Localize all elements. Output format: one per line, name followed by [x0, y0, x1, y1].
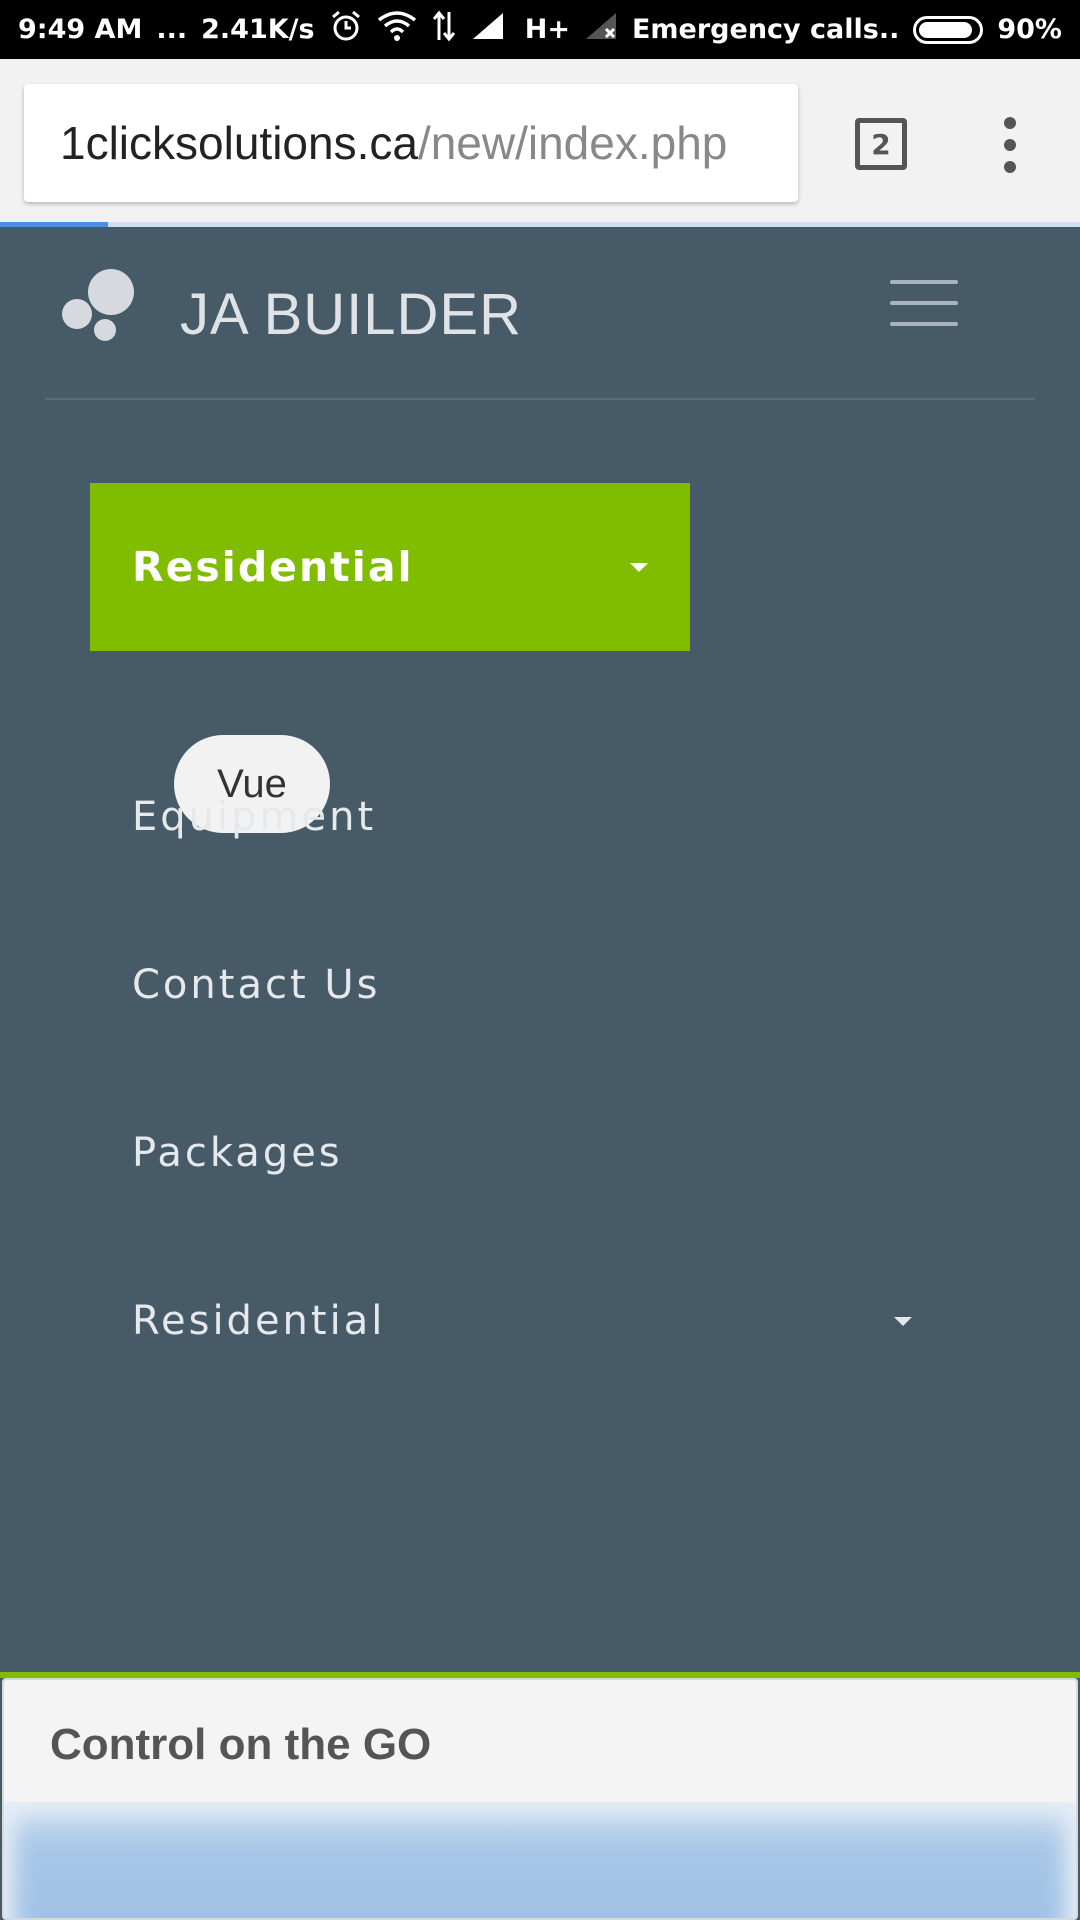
- brand-logo-icon[interactable]: [62, 269, 140, 345]
- status-speed: 2.41K/s: [201, 14, 315, 45]
- nav-dropdown-label: Residential: [132, 543, 414, 591]
- nav-item-label: Contact Us: [132, 962, 381, 1008]
- battery-percent: 90%: [997, 14, 1062, 45]
- caret-down-icon: [894, 1316, 912, 1326]
- nav-item-label: Residential: [132, 1298, 386, 1344]
- network-type: H+: [524, 14, 570, 45]
- tab-switcher-button[interactable]: 2: [855, 118, 907, 170]
- wifi-icon: [377, 10, 417, 49]
- alarm-icon: [329, 9, 363, 50]
- card-title: Control on the GO: [50, 1720, 432, 1769]
- site-nav-panel: JA BUILDER Residential Vue Equipment Con…: [0, 227, 1080, 1675]
- url-host: 1clicksolutions.ca: [60, 117, 418, 169]
- more-options-icon[interactable]: [995, 117, 1025, 173]
- tab-count: 2: [871, 127, 891, 161]
- data-transfer-icon: [431, 10, 457, 49]
- signal-icon: [471, 11, 505, 48]
- nav-item-contact-us[interactable]: Contact Us: [132, 955, 952, 1015]
- nav-divider: [45, 398, 1035, 400]
- nav-dropdown-residential-active[interactable]: Residential: [90, 483, 690, 651]
- status-time: 9:49 AM: [18, 14, 143, 45]
- nav-item-residential[interactable]: Residential: [132, 1291, 952, 1351]
- carrier-text: Emergency calls..: [631, 14, 900, 45]
- caret-down-icon: [630, 562, 648, 572]
- signal-none-icon: [584, 11, 618, 48]
- nav-item-packages[interactable]: Packages: [132, 1123, 952, 1183]
- feature-card: Control on the GO: [2, 1678, 1078, 1920]
- brand-name[interactable]: JA BUILDER: [180, 281, 522, 348]
- status-bar: 9:49 AM ... 2.41K/s H+ Emergency calls..…: [0, 0, 1080, 59]
- address-bar[interactable]: 1clicksolutions.ca/new/index.php: [24, 84, 798, 202]
- status-dots: ...: [156, 14, 188, 45]
- browser-toolbar: 1clicksolutions.ca/new/index.php 2: [0, 59, 1080, 226]
- card-image: [4, 1802, 1076, 1918]
- url-path: /new/index.php: [417, 117, 728, 169]
- menu-toggle-icon[interactable]: [890, 280, 958, 326]
- nav-item-equipment[interactable]: Equipment: [132, 787, 952, 847]
- nav-item-label: Equipment: [132, 794, 377, 840]
- battery-icon: [913, 15, 984, 44]
- url-text[interactable]: 1clicksolutions.ca/new/index.php: [60, 116, 727, 170]
- nav-item-label: Packages: [132, 1130, 343, 1176]
